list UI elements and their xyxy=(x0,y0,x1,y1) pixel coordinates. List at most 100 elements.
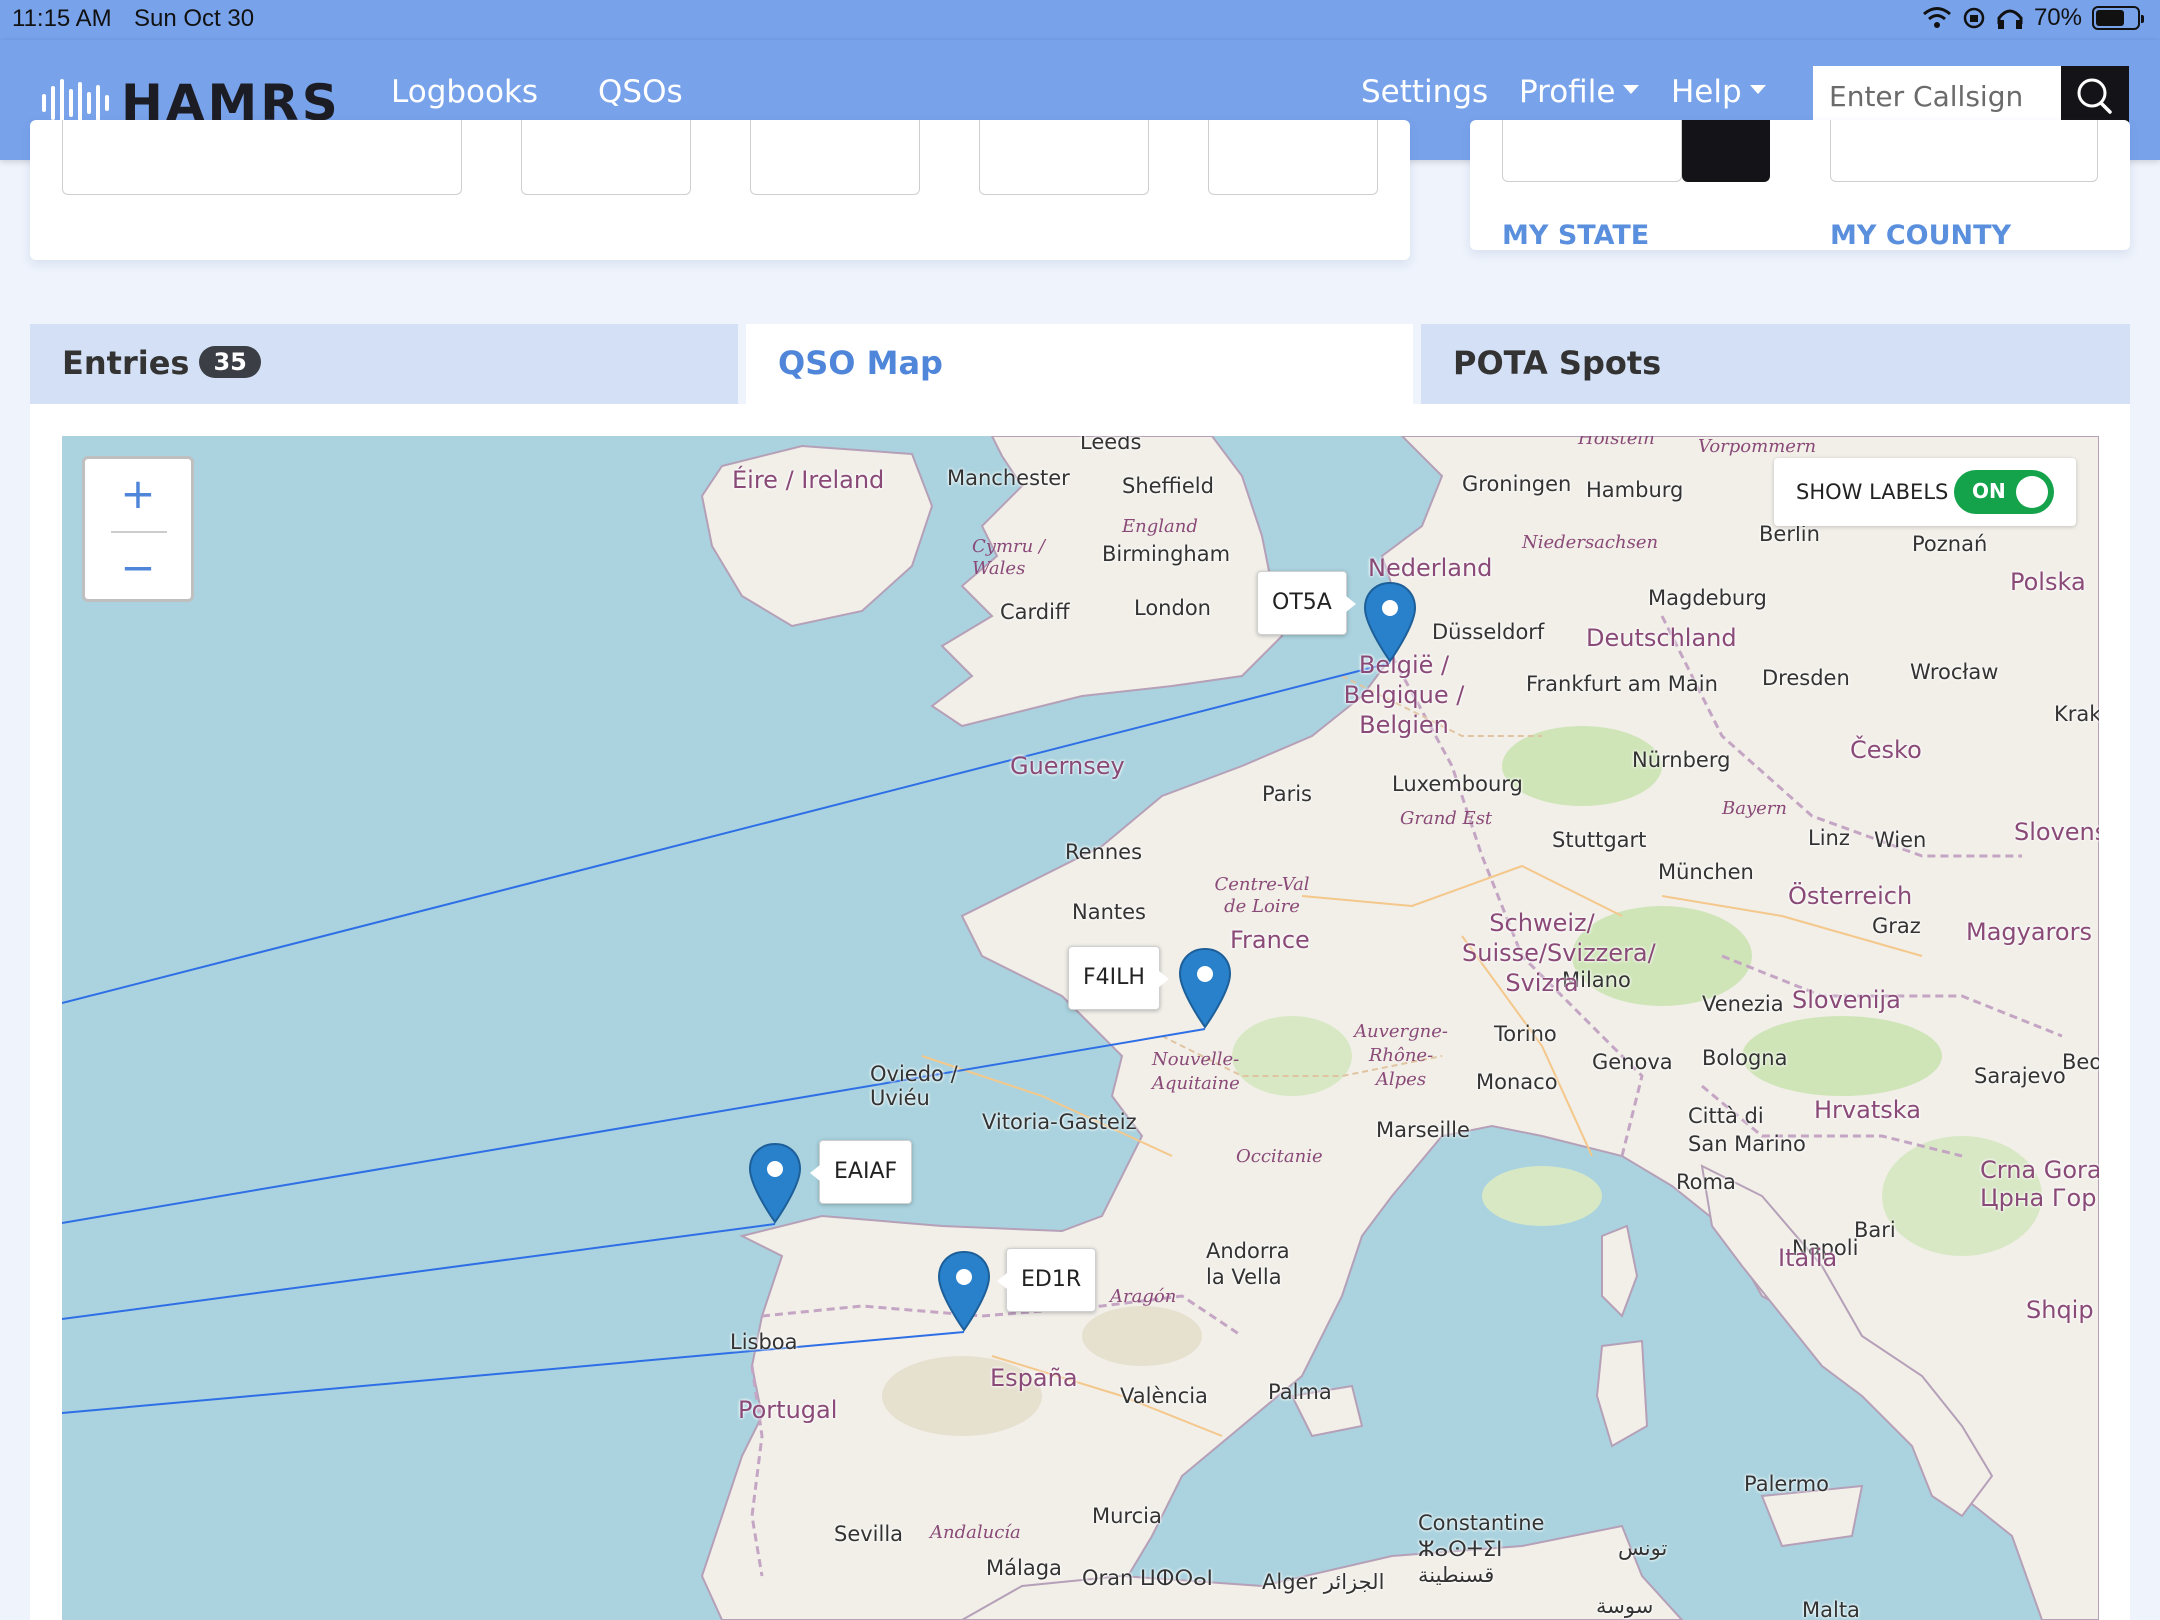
map-label: València xyxy=(1120,1384,1208,1408)
map-label: Alger الجزائر xyxy=(1262,1570,1385,1594)
map-label: Oviedo / Uviéu xyxy=(870,1062,958,1110)
nav-help-dropdown[interactable]: Help xyxy=(1671,74,1766,110)
map-label: Manchester xyxy=(947,466,1070,490)
form-field[interactable] xyxy=(1208,120,1378,195)
map-label: Centre-Val de Loire xyxy=(1214,874,1310,917)
station-info-card: MY STATE MY COUNTY xyxy=(1470,120,2130,251)
status-bar: 11:15 AM Sun Oct 30 70% xyxy=(0,0,2160,40)
qso-path-lines xyxy=(62,662,1391,1414)
qso-line-eaiaf xyxy=(62,1223,776,1320)
qso-label-eaiaf[interactable]: EAIAF xyxy=(809,1140,913,1204)
qso-label-ot5a[interactable]: OT5A xyxy=(1257,571,1356,635)
status-icons: 70% xyxy=(1922,4,2144,32)
map-marker-icon[interactable] xyxy=(937,1250,991,1332)
form-field[interactable] xyxy=(62,120,462,195)
map-marker-icon[interactable] xyxy=(748,1142,802,1224)
map-label: Linz xyxy=(1808,826,1850,850)
search-icon xyxy=(2077,78,2112,114)
map-label: Graz xyxy=(1872,914,1921,938)
nav-profile-label: Profile xyxy=(1519,74,1616,110)
tab-pota-spots-label: POTA Spots xyxy=(1453,344,1662,382)
county-field[interactable] xyxy=(1830,120,2098,182)
tab-entries[interactable]: Entries 35 xyxy=(30,324,738,404)
map-label: Grand Est xyxy=(1400,808,1493,829)
map-label: Česko xyxy=(1850,736,1922,764)
tab-qso-map[interactable]: QSO Map xyxy=(746,324,1413,404)
map-label: Deutschland xyxy=(1586,624,1737,652)
map-label: Cymru / Wales xyxy=(972,536,1045,579)
map-label: سوسة xyxy=(1596,1594,1654,1618)
map-label: Monaco xyxy=(1476,1070,1558,1094)
map-label: Guernsey xyxy=(1010,752,1125,780)
map-label: Italia xyxy=(1778,1244,1838,1272)
map-label: Nantes xyxy=(1072,900,1146,924)
tab-pota-spots[interactable]: POTA Spots xyxy=(1421,324,2130,404)
map-label: Holstein xyxy=(1578,436,1655,449)
map-label: Andorra la Vella xyxy=(1206,1239,1290,1289)
map-label: Niedersachsen xyxy=(1522,532,1659,553)
map-label: Dresden xyxy=(1762,666,1850,690)
map-label: Schweiz/ Suisse/Svizzera/ Svizra xyxy=(1462,909,1656,997)
nav-qsos[interactable]: QSOs xyxy=(598,74,683,110)
map-label: Roma xyxy=(1676,1170,1736,1194)
toggle-knob xyxy=(2016,476,2048,508)
map-label: London xyxy=(1134,596,1211,620)
zoom-in-button[interactable]: + xyxy=(85,459,191,529)
map-label: England xyxy=(1122,516,1198,537)
zoom-out-button[interactable]: − xyxy=(85,533,191,603)
map-label: Portugal xyxy=(738,1396,838,1424)
tab-qso-map-label: QSO Map xyxy=(778,344,943,382)
map-label: Birmingham xyxy=(1102,542,1231,566)
map-label: France xyxy=(1230,926,1310,954)
map-label: Hrvatska xyxy=(1814,1096,1921,1124)
map-marker-icon[interactable] xyxy=(1363,581,1417,663)
nav-logbooks[interactable]: Logbooks xyxy=(391,74,538,110)
map-label: Wien xyxy=(1874,828,1927,852)
map-label: Düsseldorf xyxy=(1432,620,1545,644)
form-field[interactable] xyxy=(750,120,920,195)
map-label: Vorpommern xyxy=(1698,436,1817,457)
status-date: Sun Oct 30 xyxy=(134,5,255,32)
map-label: België / Belgique / Belgien xyxy=(1343,651,1465,739)
show-labels-toggle[interactable]: ON xyxy=(1954,470,2054,514)
map-label: Nederland xyxy=(1368,554,1493,582)
search-button[interactable] xyxy=(2061,66,2129,126)
callsign-search-input[interactable] xyxy=(1813,66,2063,126)
battery-icon xyxy=(2092,6,2144,30)
state-field[interactable] xyxy=(1502,120,1682,182)
qso-label-ed1r[interactable]: ED1R xyxy=(996,1248,1097,1312)
map-label: Éire / Ireland xyxy=(732,466,885,494)
qso-label-f4ilh[interactable]: F4ILH xyxy=(1068,946,1169,1010)
state-select-button[interactable] xyxy=(1682,120,1770,182)
map-label: Poznań xyxy=(1912,532,1988,556)
map-label: تونس xyxy=(1618,1536,1668,1560)
tab-entries-label: Entries 35 xyxy=(62,344,261,382)
qso-map[interactable]: Leeds Manchester Sheffield Birmingham Ca… xyxy=(62,436,2099,1620)
map-label: Constantine ⵣⴰⵙⵜⵉⵏ قسنطينة xyxy=(1418,1511,1545,1587)
nav-settings[interactable]: Settings xyxy=(1361,74,1488,110)
map-label: Nouvelle-Aquitaine xyxy=(1152,1049,1240,1094)
map-label: Beo xyxy=(2062,1050,2099,1074)
form-field[interactable] xyxy=(979,120,1149,195)
map-label: Rennes xyxy=(1065,840,1143,864)
map-label: Bari xyxy=(1854,1218,1896,1242)
headphones-icon xyxy=(1997,9,2023,29)
wifi-icon xyxy=(1922,7,1951,28)
form-field[interactable] xyxy=(521,120,691,195)
map-label: Shqip xyxy=(2026,1296,2094,1324)
map-label: Paris xyxy=(1262,782,1312,806)
map-label: Sheffield xyxy=(1122,474,1214,498)
map-marker-icon[interactable] xyxy=(1178,947,1232,1029)
map-label: Occitanie xyxy=(1236,1146,1323,1167)
map-label: Oran ⵡⵀⵔⴰⵏ xyxy=(1082,1566,1213,1590)
orientation-lock-icon xyxy=(1963,7,1985,29)
nav-profile-dropdown[interactable]: Profile xyxy=(1519,74,1640,110)
map-label: Marseille xyxy=(1376,1118,1470,1142)
map-label: Genova xyxy=(1592,1050,1673,1074)
my-state-label: MY STATE xyxy=(1502,220,1650,251)
map-label: España xyxy=(990,1364,1078,1392)
map-label: Città di San Marino xyxy=(1688,1104,1806,1156)
map-label: Krak xyxy=(2054,702,2099,726)
map-label: Palermo xyxy=(1744,1472,1829,1496)
map-label: Slovens xyxy=(2014,818,2099,846)
